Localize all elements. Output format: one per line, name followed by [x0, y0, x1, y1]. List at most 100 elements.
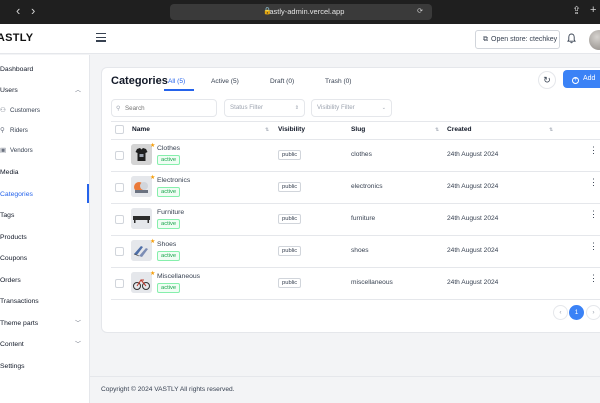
- lock-icon: 🔒: [263, 8, 272, 15]
- sidebar-item-users[interactable]: Users ︿: [0, 84, 89, 98]
- tab-underline: [164, 89, 194, 91]
- chevron-up-icon: ︿: [74, 88, 81, 94]
- tab-draft[interactable]: Draft (0): [270, 78, 294, 85]
- pagination-next-button[interactable]: ›: [586, 305, 600, 320]
- sidebar-item-label: Orders: [0, 277, 21, 284]
- status-badge: active: [157, 251, 181, 261]
- address-bar[interactable]: 🔒 vastly-admin.vercel.app ⟳: [170, 4, 432, 20]
- category-slug: miscellaneous: [351, 279, 393, 286]
- share-icon[interactable]: ⇪: [572, 4, 581, 17]
- featured-star-icon: ★: [150, 271, 156, 277]
- table-row[interactable]: ★ Shoes active public shoes 24th August …: [102, 236, 600, 268]
- tab-active[interactable]: Active (5): [211, 78, 239, 85]
- created-date: 24th August 2024: [447, 215, 499, 222]
- sort-icon[interactable]: ⇅: [549, 123, 553, 137]
- visibility-filter-placeholder: Visibility Filter: [317, 104, 355, 111]
- sidebar-item-media[interactable]: Media: [0, 166, 89, 180]
- row-checkbox[interactable]: [115, 279, 124, 288]
- table-row[interactable]: ★ Electronics active public electronics …: [102, 172, 600, 204]
- row-checkbox[interactable]: [115, 215, 124, 224]
- created-date: 24th August 2024: [447, 279, 499, 286]
- sidebar-item-label: Media: [0, 169, 19, 176]
- sidebar-item-riders[interactable]: ⚲ Riders: [0, 124, 89, 138]
- sort-icon[interactable]: ⇅: [435, 123, 439, 137]
- bell-icon[interactable]: [567, 33, 576, 44]
- top-header: VASTLY ⧉Open store: ctechkey: [0, 24, 600, 54]
- created-date: 24th August 2024: [447, 151, 499, 158]
- add-button[interactable]: + Add: [563, 70, 600, 88]
- category-name[interactable]: Miscellaneous: [157, 273, 200, 280]
- table-row[interactable]: Furniture active public furniture 24th A…: [102, 204, 600, 236]
- category-slug: shoes: [351, 247, 369, 254]
- column-header-visibility[interactable]: Visibility: [278, 123, 305, 137]
- menu-toggle-icon[interactable]: [96, 33, 106, 42]
- status-badge: active: [157, 187, 181, 197]
- sidebar-item-tags[interactable]: Tags: [0, 209, 89, 223]
- category-name[interactable]: Electronics: [157, 177, 190, 184]
- category-thumbnail: [131, 208, 152, 229]
- status-badge: active: [157, 219, 181, 229]
- tab-all[interactable]: All (5): [168, 78, 185, 85]
- pagination-page-button[interactable]: 1: [569, 305, 584, 320]
- visibility-filter-select[interactable]: Visibility Filter ⌄: [311, 99, 392, 117]
- more-options-icon[interactable]: ⋮: [589, 178, 598, 187]
- status-filter-select[interactable]: Status Filter ⇕: [224, 99, 305, 117]
- new-tab-icon[interactable]: +: [590, 4, 596, 16]
- more-options-icon[interactable]: ⋮: [589, 210, 598, 219]
- tab-trash[interactable]: Trash (0): [325, 78, 352, 85]
- category-thumbnail: [131, 144, 152, 165]
- sidebar-item-label: Riders: [10, 127, 28, 134]
- select-all-checkbox[interactable]: [115, 125, 124, 134]
- open-store-button[interactable]: ⧉ Open store: ctechkey: [475, 30, 560, 49]
- column-header-created[interactable]: Created: [447, 123, 472, 137]
- user-avatar[interactable]: [589, 30, 600, 50]
- visibility-badge: public: [278, 182, 302, 192]
- sidebar-item-theme-parts[interactable]: Theme parts ﹀: [0, 317, 89, 331]
- status-badge: active: [157, 155, 181, 165]
- sidebar-item-content[interactable]: Content ﹀: [0, 338, 89, 352]
- row-checkbox[interactable]: [115, 247, 124, 256]
- category-slug: electronics: [351, 183, 383, 190]
- column-header-name[interactable]: Name: [132, 123, 150, 137]
- active-indicator: [87, 184, 89, 203]
- brand-logo[interactable]: VASTLY: [0, 32, 33, 44]
- search-input[interactable]: [111, 99, 217, 117]
- sidebar-item-vendors[interactable]: ▣ Vendors: [0, 144, 89, 158]
- sidebar-item-categories[interactable]: Categories: [0, 188, 89, 202]
- chevron-down-icon: ﹀: [74, 342, 81, 348]
- chevron-right-icon[interactable]: ›: [31, 4, 35, 18]
- bike-icon: ⚲: [0, 127, 5, 134]
- sidebar-item-products[interactable]: Products: [0, 231, 89, 245]
- created-date: 24th August 2024: [447, 247, 499, 254]
- reload-icon[interactable]: ⟳: [417, 4, 426, 20]
- refresh-button[interactable]: ↻: [538, 71, 556, 89]
- visibility-badge: public: [278, 150, 302, 160]
- search-icon: ⚲: [116, 106, 121, 112]
- row-checkbox[interactable]: [115, 151, 124, 160]
- table-row[interactable]: ★ Miscellaneous active public miscellane…: [102, 268, 600, 300]
- sidebar-item-customers[interactable]: ⚇ Customers: [0, 104, 89, 118]
- category-thumbnail: [131, 240, 152, 261]
- more-options-icon[interactable]: ⋮: [589, 274, 598, 283]
- sidebar-item-settings[interactable]: Settings: [0, 360, 89, 374]
- table-row[interactable]: ★ Clothes active public clothes 24th Aug…: [102, 140, 600, 172]
- pagination-prev-button[interactable]: ‹: [553, 305, 568, 320]
- column-header-slug[interactable]: Slug: [351, 123, 365, 137]
- sidebar-item-label: Dashboard: [0, 66, 34, 73]
- category-name[interactable]: Shoes: [157, 241, 176, 248]
- more-options-icon[interactable]: ⋮: [589, 146, 598, 155]
- sidebar-item-coupons[interactable]: Coupons: [0, 252, 89, 266]
- category-name[interactable]: Furniture: [157, 209, 184, 216]
- category-name[interactable]: Clothes: [157, 145, 180, 152]
- sidebar-item-label: Customers: [10, 107, 40, 114]
- sidebar-item-transactions[interactable]: Transactions: [0, 295, 89, 309]
- chevron-down-icon: ﹀: [74, 321, 81, 327]
- category-thumbnail: [131, 176, 152, 197]
- sort-icon[interactable]: ⇅: [265, 123, 269, 137]
- row-checkbox[interactable]: [115, 183, 124, 192]
- sidebar-item-orders[interactable]: Orders: [0, 274, 89, 288]
- chevron-left-icon[interactable]: ‹: [16, 4, 20, 18]
- more-options-icon[interactable]: ⋮: [589, 242, 598, 251]
- sidebar-item-dashboard[interactable]: Dashboard: [0, 63, 89, 77]
- status-badge: active: [157, 283, 181, 293]
